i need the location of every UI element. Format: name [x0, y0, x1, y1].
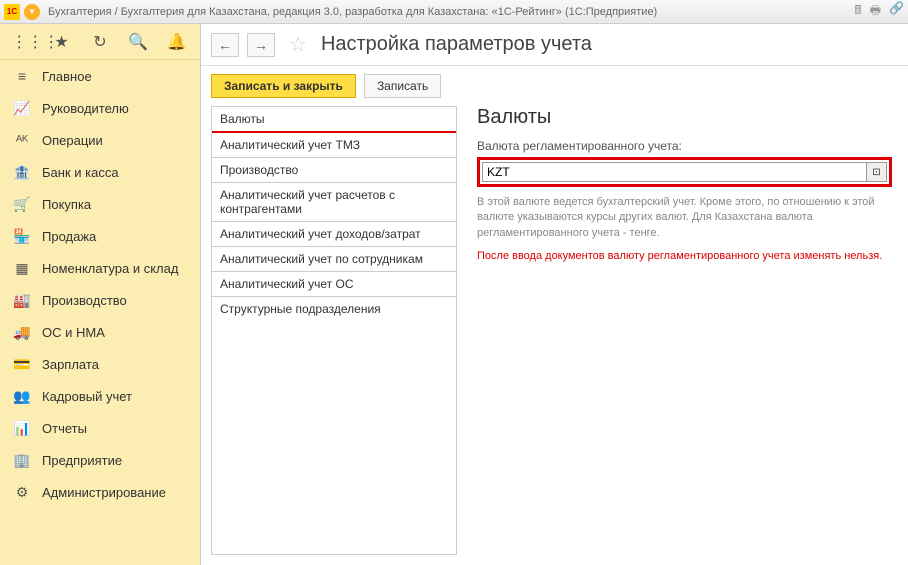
tab-income[interactable]: Аналитический учет доходов/затрат: [212, 222, 456, 247]
sidebar-nav: ≡ Главное 📈 Руководителю ᴬᴷ Операции 🏦 Банк …: [0, 60, 200, 565]
nav-label: Производство: [42, 293, 127, 308]
save-button[interactable]: Записать: [364, 74, 441, 98]
tab-currencies[interactable]: Валюты: [212, 107, 456, 133]
currency-input[interactable]: [482, 162, 867, 182]
nav-nomenclature[interactable]: ▦ Номенклатура и склад: [0, 252, 200, 284]
people-icon: 👥: [12, 388, 32, 405]
section-heading: Валюты: [477, 106, 892, 129]
help-text: В этой валюте ведется бухгалтерский учет…: [477, 195, 892, 241]
nav-admin[interactable]: ⚙ Администрирование: [0, 476, 200, 508]
nav-operations[interactable]: ᴬᴷ Операции: [0, 124, 200, 156]
nav-label: Банк и касса: [42, 165, 119, 180]
page-title: Настройка параметров учета: [321, 33, 592, 56]
nav-manager[interactable]: 📈 Руководителю: [0, 92, 200, 124]
nav-label: Зарплата: [42, 357, 99, 372]
currency-field-label: Валюта регламентированного учета:: [477, 139, 892, 153]
sidebar-toolbar: ⋮⋮⋮ ★ ↻ 🔍 🔔: [0, 24, 200, 60]
nav-label: Кадровый учет: [42, 389, 132, 404]
nav-label: Главное: [42, 69, 92, 84]
warning-text: После ввода документов валюту регламенти…: [477, 249, 892, 264]
toolbar: Записать и закрыть Записать: [201, 66, 908, 106]
apps-icon[interactable]: ⋮⋮⋮: [11, 32, 35, 52]
print-icon[interactable]: 🖶: [870, 1, 881, 22]
tab-production[interactable]: Производство: [212, 158, 456, 183]
ops-icon: ᴬᴷ: [12, 132, 32, 148]
calc-icon[interactable]: 🖩: [855, 1, 862, 22]
chart-icon: 📈: [12, 100, 32, 117]
settings-tabs: Валюты Аналитический учет ТМЗ Производст…: [211, 106, 457, 555]
nav-hr[interactable]: 👥 Кадровый учет: [0, 380, 200, 412]
content-header: ← → ☆ Настройка параметров учета: [201, 24, 908, 66]
shop-icon: 🏪: [12, 228, 32, 245]
content-body: Валюты Аналитический учет ТМЗ Производст…: [201, 106, 908, 565]
app-menu-dropdown-icon[interactable]: ▼: [24, 4, 40, 20]
tab-divisions[interactable]: Структурные подразделения: [212, 297, 456, 321]
currency-input-highlight: ⊡: [477, 157, 892, 187]
search-icon[interactable]: 🔍: [126, 32, 150, 52]
nav-label: Руководителю: [42, 101, 129, 116]
truck-icon: 🚚: [12, 324, 32, 341]
nav-sale[interactable]: 🏪 Продажа: [0, 220, 200, 252]
nav-label: Отчеты: [42, 421, 87, 436]
nav-label: Администрирование: [42, 485, 166, 500]
sidebar: ⋮⋮⋮ ★ ↻ 🔍 🔔 ≡ Главное 📈 Руководителю ᴬᴷ Опе…: [0, 24, 200, 565]
history-icon[interactable]: ↻: [88, 32, 112, 52]
app-logo-icon: 1C: [4, 4, 20, 20]
grid-icon: ▦: [12, 260, 32, 277]
nav-label: Покупка: [42, 197, 91, 212]
nav-reports[interactable]: 📊 Отчеты: [0, 412, 200, 444]
favorite-star-icon[interactable]: ☆: [289, 32, 307, 57]
nav-salary[interactable]: 💳 Зарплата: [0, 348, 200, 380]
nav-main[interactable]: ≡ Главное: [0, 60, 200, 92]
titlebar: 1C ▼ Бухгалтерия / Бухгалтерия для Казах…: [0, 0, 908, 24]
currency-picker-button[interactable]: ⊡: [867, 162, 887, 182]
building-icon: 🏢: [12, 452, 32, 469]
back-button[interactable]: ←: [211, 33, 239, 57]
cart-icon: 🛒: [12, 196, 32, 213]
gear-icon: ⚙: [12, 484, 32, 501]
nav-label: Продажа: [42, 229, 96, 244]
window-title: Бухгалтерия / Бухгалтерия для Казахстана…: [48, 6, 855, 18]
forward-button[interactable]: →: [247, 33, 275, 57]
nav-label: ОС и НМА: [42, 325, 105, 340]
nav-production[interactable]: 🏭 Производство: [0, 284, 200, 316]
factory-icon: 🏭: [12, 292, 32, 309]
tab-tmz[interactable]: Аналитический учет ТМЗ: [212, 133, 456, 158]
tab-os[interactable]: Аналитический учет ОС: [212, 272, 456, 297]
menu-icon: ≡: [12, 68, 32, 84]
content-area: ← → ☆ Настройка параметров учета Записат…: [200, 24, 908, 565]
bank-icon: 🏦: [12, 164, 32, 181]
bell-icon[interactable]: 🔔: [165, 32, 189, 52]
tab-employees[interactable]: Аналитический учет по сотрудникам: [212, 247, 456, 272]
card-icon: 💳: [12, 356, 32, 373]
nav-bank[interactable]: 🏦 Банк и касса: [0, 156, 200, 188]
nav-label: Предприятие: [42, 453, 122, 468]
link-icon[interactable]: 🔗: [889, 1, 904, 22]
nav-label: Операции: [42, 133, 103, 148]
star-icon[interactable]: ★: [50, 32, 74, 52]
report-icon: 📊: [12, 420, 32, 437]
nav-purchase[interactable]: 🛒 Покупка: [0, 188, 200, 220]
nav-label: Номенклатура и склад: [42, 261, 178, 276]
nav-enterprise[interactable]: 🏢 Предприятие: [0, 444, 200, 476]
nav-assets[interactable]: 🚚 ОС и НМА: [0, 316, 200, 348]
save-close-button[interactable]: Записать и закрыть: [211, 74, 356, 98]
tab-contractors[interactable]: Аналитический учет расчетов с контрагент…: [212, 183, 456, 222]
details-panel: Валюты Валюта регламентированного учета:…: [471, 106, 898, 555]
